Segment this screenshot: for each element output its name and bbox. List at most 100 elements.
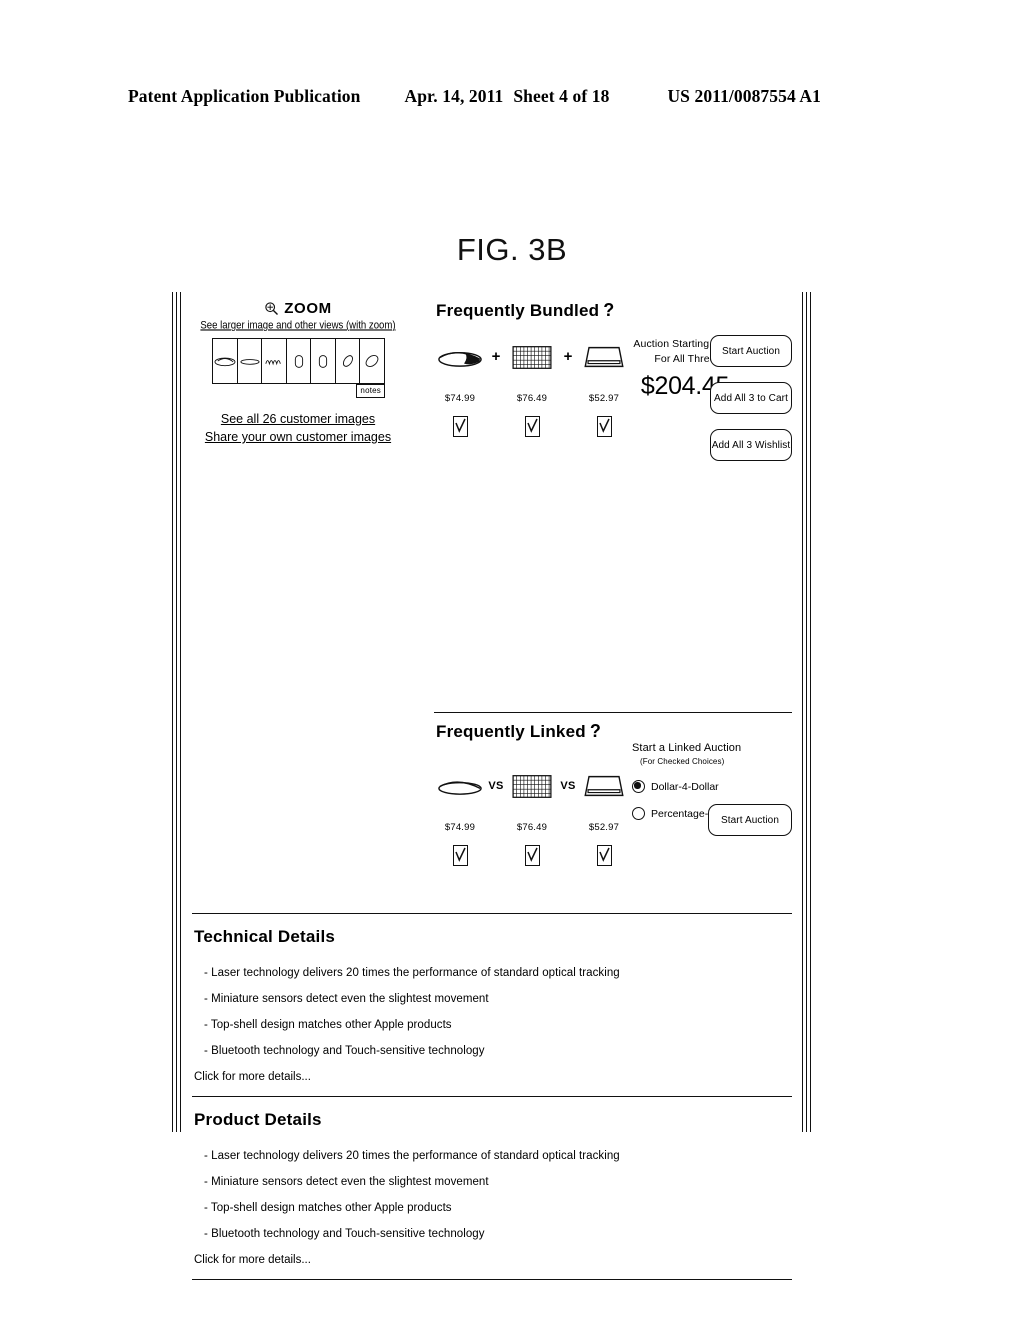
list-item: - Top-shell design matches other Apple p…: [204, 1019, 452, 1031]
frequently-bundled-help-icon[interactable]: ?: [603, 300, 614, 320]
linked-price-1: $74.99: [444, 822, 476, 833]
thumbnail-2[interactable]: [236, 338, 263, 384]
linked-checkbox-1[interactable]: [452, 845, 468, 866]
bundled-product-1: $74.99: [434, 335, 486, 437]
share-customer-images-link[interactable]: Share your own customer images: [192, 428, 404, 446]
bundled-product-2: $76.49: [506, 335, 558, 437]
product-details-more-link[interactable]: Click for more details...: [194, 1247, 792, 1273]
radio-percentage-wise-icon[interactable]: [632, 807, 645, 820]
technical-details-more-link[interactable]: Click for more details...: [194, 1064, 792, 1090]
frequently-bundled-heading: Frequently Bundled?: [436, 300, 792, 321]
frequently-linked-row: $74.99 VS $76.49 VS $52.97 Start a Linke…: [434, 742, 792, 884]
add-all-3-to-cart-button[interactable]: Add All 3 to Cart: [710, 382, 792, 414]
zoom-subtitle[interactable]: See larger image and other views (with z…: [192, 319, 404, 331]
linked-separator-2: VS: [560, 780, 576, 792]
frequently-linked-help-icon[interactable]: ?: [590, 721, 601, 741]
bundled-checkbox-2[interactable]: [524, 416, 540, 437]
bundle-separator-1: +: [491, 348, 501, 365]
printer-icon: [578, 335, 630, 379]
start-auction-button[interactable]: Start Auction: [710, 335, 792, 367]
bundled-price-3: $52.97: [588, 393, 620, 404]
mouse-icon: [434, 335, 486, 379]
technical-details-divider: [192, 913, 792, 914]
thumbnail-3[interactable]: [261, 338, 288, 384]
mouse-icon: [434, 764, 486, 808]
list-item: - Top-shell design matches other Apple p…: [204, 1202, 452, 1214]
bundled-product-3: $52.97: [578, 335, 630, 437]
figure-3b: ZOOM See larger image and other views (w…: [172, 292, 812, 1280]
radio-dollar-4-dollar-icon[interactable]: [632, 780, 645, 793]
radio-dollar-4-dollar-label: Dollar-4-Dollar: [651, 780, 719, 793]
zoom-links: See all 26 customer images Share your ow…: [192, 410, 404, 446]
product-details-divider: [192, 1096, 792, 1097]
linked-button-wrap: Start Auction: [708, 804, 792, 851]
bundled-price-1: $74.99: [444, 393, 476, 404]
linked-checkbox-1-wrap: [434, 845, 486, 866]
window-left-rail: [172, 292, 182, 1132]
patent-number: US 2011/0087554 A1: [667, 86, 821, 106]
zoom-title-row[interactable]: ZOOM: [192, 300, 404, 317]
linked-price-3: $52.97: [588, 822, 620, 833]
frequently-linked-section: Frequently Linked? $74.99 VS $76.49 VS $…: [434, 713, 792, 884]
keyboard-icon: [506, 764, 558, 808]
frequently-linked-heading: Frequently Linked?: [436, 721, 792, 742]
bundled-checkbox-1-wrap: [434, 416, 486, 437]
thumbnail-5[interactable]: [310, 338, 337, 384]
list-item: - Miniature sensors detect even the slig…: [204, 993, 489, 1005]
thumbnail-6[interactable]: [334, 338, 361, 384]
see-all-customer-images-link[interactable]: See all 26 customer images: [192, 410, 404, 428]
linked-auction-title: Start a Linked Auction: [632, 742, 742, 754]
thumbnail-strip: notes: [212, 338, 386, 398]
patent-page-header: Patent Application Publication Apr. 14, …: [128, 86, 896, 107]
add-all-3-wishlist-button[interactable]: Add All 3 Wishlist: [710, 429, 792, 461]
window-right-rail: [802, 292, 812, 1132]
linked-products: $74.99 VS $76.49 VS $52.97: [434, 764, 630, 866]
list-item: - Bluetooth technology and Touch-sensiti…: [204, 1045, 485, 1057]
publication-label: Patent Application Publication: [128, 86, 361, 106]
product-details-list: - Laser technology delivers 20 times the…: [194, 1143, 792, 1247]
technical-details-heading: Technical Details: [194, 927, 336, 946]
list-item: - Miniature sensors detect even the slig…: [204, 1176, 489, 1188]
printer-icon: [578, 764, 630, 808]
bundled-checkbox-1[interactable]: [452, 416, 468, 437]
product-page-body: ZOOM See larger image and other views (w…: [192, 292, 792, 1280]
product-details-section: Product Details - Laser technology deliv…: [192, 1110, 792, 1273]
bundled-checkbox-3-wrap: [578, 416, 630, 437]
bundled-products: $74.99 + $76.49 + $52.97: [434, 335, 630, 437]
product-details-heading: Product Details: [194, 1110, 322, 1129]
zoom-gallery-panel: ZOOM See larger image and other views (w…: [192, 300, 404, 446]
linked-product-1: $74.99: [434, 764, 486, 866]
technical-details-list: - Laser technology delivers 20 times the…: [194, 960, 792, 1064]
bundle-separator-2: +: [563, 348, 573, 365]
thumbnail-7[interactable]: [359, 338, 386, 384]
list-item: - Laser technology delivers 20 times the…: [204, 1150, 620, 1162]
start-linked-auction-button[interactable]: Start Auction: [708, 804, 792, 836]
figure-caption: FIG. 3B: [456, 232, 568, 267]
frequently-bundled-label: Frequently Bundled: [436, 301, 600, 320]
linked-separator-1: VS: [488, 780, 504, 792]
bundle-button-stack: Start Auction Add All 3 to Cart Add All …: [710, 335, 792, 476]
thumbnail-4[interactable]: [285, 338, 312, 384]
bundled-checkbox-2-wrap: [506, 416, 558, 437]
thumbnail-1[interactable]: [212, 338, 238, 384]
publication-date: Apr. 14, 2011: [404, 86, 504, 106]
frequently-linked-label: Frequently Linked: [436, 722, 586, 741]
list-item: - Laser technology delivers 20 times the…: [204, 967, 620, 979]
bundled-price-2: $76.49: [516, 393, 548, 404]
sheet-number: Sheet 4 of 18: [513, 86, 610, 106]
linked-checkbox-3[interactable]: [596, 845, 612, 866]
bundled-checkbox-3[interactable]: [596, 416, 612, 437]
linked-checkbox-2[interactable]: [524, 845, 540, 866]
radio-option-dollar-4-dollar[interactable]: Dollar-4-Dollar: [632, 780, 742, 793]
frequently-bundled-row: $74.99 + $76.49 + $52.97 Auction Startin…: [434, 335, 792, 461]
linked-auction-subtitle: (For Checked Choices): [640, 757, 725, 766]
notes-tab[interactable]: notes: [356, 384, 385, 398]
linked-product-3: $52.97: [578, 764, 630, 866]
linked-price-2: $76.49: [516, 822, 548, 833]
magnifier-icon: [264, 301, 279, 316]
recommendation-column: Frequently Bundled? $74.99 + $76.49 + $5…: [434, 292, 792, 461]
zoom-label: ZOOM: [284, 300, 332, 317]
linked-checkbox-3-wrap: [578, 845, 630, 866]
linked-checkbox-2-wrap: [506, 845, 558, 866]
linked-product-2: $76.49: [506, 764, 558, 866]
